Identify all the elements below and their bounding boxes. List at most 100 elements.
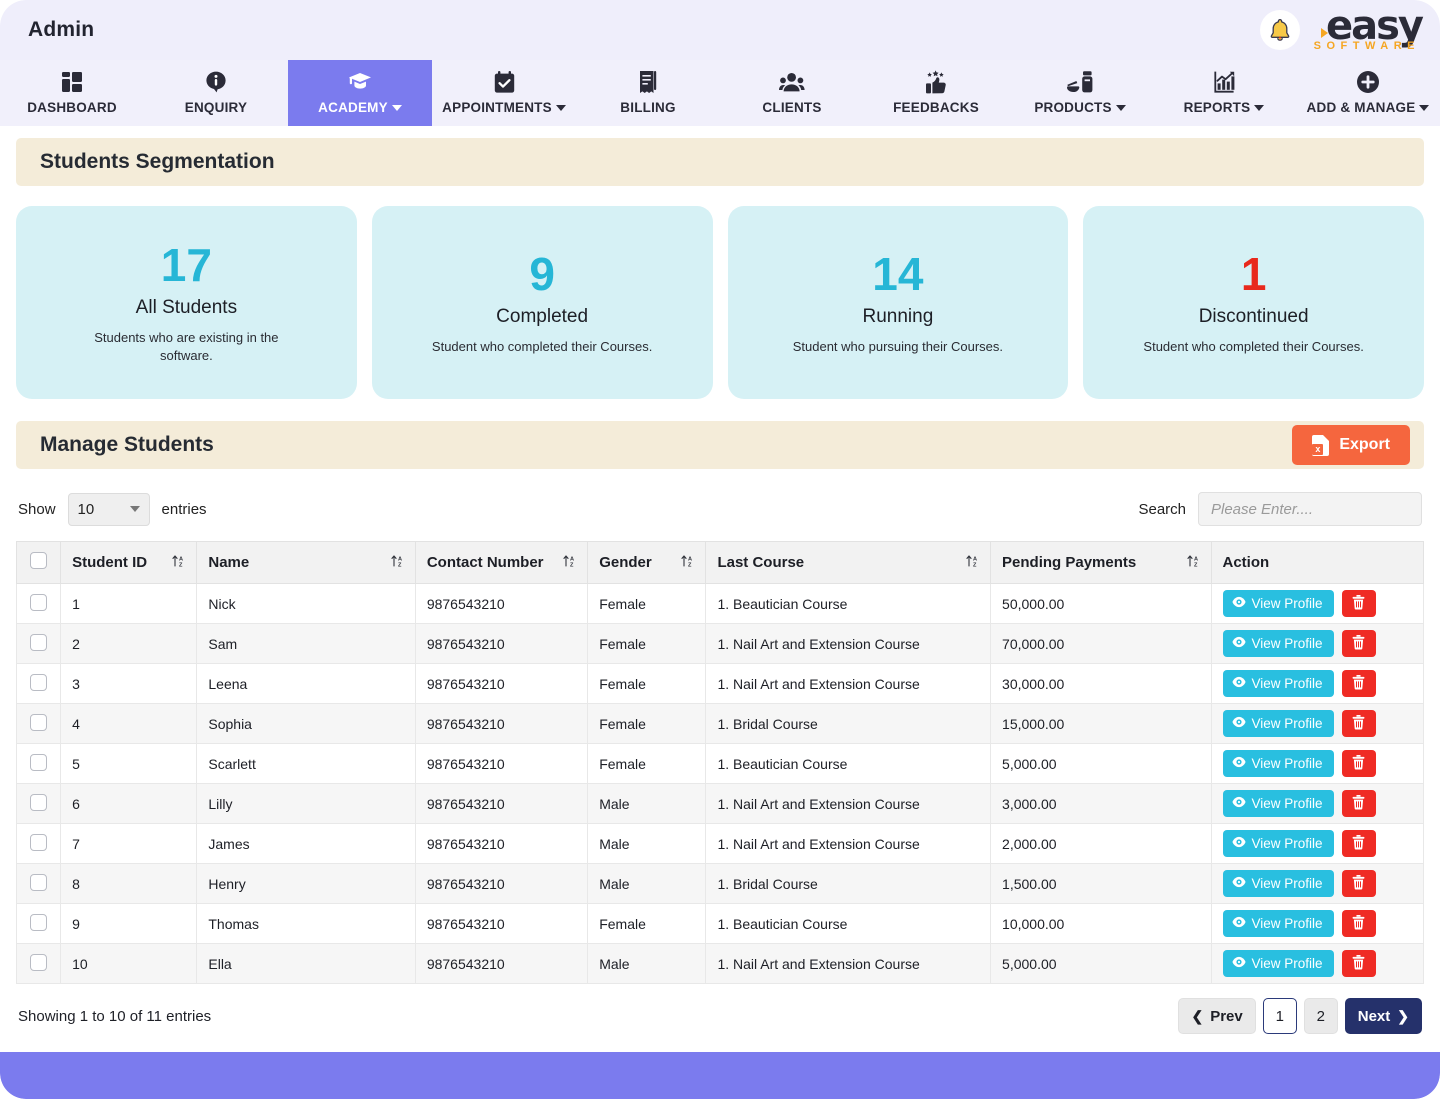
row-checkbox[interactable] bbox=[30, 674, 47, 691]
row-select-cell[interactable] bbox=[17, 864, 61, 904]
row-select-cell[interactable] bbox=[17, 824, 61, 864]
nav-label-billing: BILLING bbox=[620, 100, 675, 115]
cell-pending-payments: 5,000.00 bbox=[991, 744, 1211, 784]
table-row: 2Sam9876543210Female1. Nail Art and Exte… bbox=[17, 624, 1424, 664]
trash-icon bbox=[1352, 675, 1365, 693]
view-profile-button[interactable]: View Profile bbox=[1223, 630, 1334, 657]
nav-item-add-and-manage[interactable]: ADD & MANAGE bbox=[1296, 60, 1440, 126]
cell-student-id: 6 bbox=[61, 784, 197, 824]
view-profile-button[interactable]: View Profile bbox=[1223, 670, 1334, 697]
row-checkbox[interactable] bbox=[30, 874, 47, 891]
nav-item-products[interactable]: PRODUCTS bbox=[1008, 60, 1152, 126]
row-select-cell[interactable] bbox=[17, 624, 61, 664]
pagination-page-1[interactable]: 1 bbox=[1263, 998, 1297, 1034]
row-select-cell[interactable] bbox=[17, 944, 61, 984]
view-profile-label: View Profile bbox=[1252, 676, 1323, 691]
th-label: Name bbox=[208, 554, 249, 571]
stat-description: Students who are existing in the softwar… bbox=[69, 329, 304, 364]
nav-item-clients[interactable]: CLIENTS bbox=[720, 60, 864, 126]
row-select-cell[interactable] bbox=[17, 664, 61, 704]
row-checkbox[interactable] bbox=[30, 714, 47, 731]
row-checkbox[interactable] bbox=[30, 914, 47, 931]
delete-row-button[interactable] bbox=[1342, 630, 1376, 657]
row-select-cell[interactable] bbox=[17, 904, 61, 944]
stat-card-discontinued[interactable]: 1 Discontinued Student who completed the… bbox=[1083, 206, 1424, 399]
search-input[interactable] bbox=[1198, 492, 1422, 526]
cell-last-course: 1. Beautician Course bbox=[706, 904, 991, 944]
row-checkbox[interactable] bbox=[30, 754, 47, 771]
view-profile-label: View Profile bbox=[1252, 956, 1323, 971]
cell-gender: Female bbox=[588, 704, 706, 744]
export-button[interactable]: Export bbox=[1292, 425, 1410, 465]
row-checkbox[interactable] bbox=[30, 634, 47, 651]
view-profile-button[interactable]: View Profile bbox=[1223, 950, 1334, 977]
cell-contact-number: 9876543210 bbox=[415, 584, 587, 624]
nav-item-academy[interactable]: ACADEMY bbox=[288, 60, 432, 126]
nav-item-reports[interactable]: REPORTS bbox=[1152, 60, 1296, 126]
stat-card-running[interactable]: 14 Running Student who pursuing their Co… bbox=[728, 206, 1069, 399]
trash-icon bbox=[1352, 875, 1365, 893]
row-checkbox[interactable] bbox=[30, 594, 47, 611]
view-profile-button[interactable]: View Profile bbox=[1223, 870, 1334, 897]
cell-name: Scarlett bbox=[197, 744, 415, 784]
row-select-cell[interactable] bbox=[17, 744, 61, 784]
view-profile-button[interactable]: View Profile bbox=[1223, 710, 1334, 737]
view-profile-button[interactable]: View Profile bbox=[1223, 830, 1334, 857]
chevron-down-icon bbox=[1254, 105, 1264, 111]
dashboard-grid-icon bbox=[60, 69, 84, 95]
stat-card-completed[interactable]: 9 Completed Student who completed their … bbox=[372, 206, 713, 399]
pagination-next-button[interactable]: Next ❯ bbox=[1345, 998, 1422, 1034]
delete-row-button[interactable] bbox=[1342, 910, 1376, 937]
notification-bell-button[interactable] bbox=[1260, 10, 1300, 50]
entries-per-page-select[interactable]: 10 bbox=[68, 493, 150, 526]
showing-entries-text: Showing 1 to 10 of 11 entries bbox=[18, 1008, 211, 1025]
row-checkbox[interactable] bbox=[30, 954, 47, 971]
th-contact-number[interactable]: Contact Number AZ bbox=[415, 542, 587, 584]
delete-row-button[interactable] bbox=[1342, 750, 1376, 777]
delete-row-button[interactable] bbox=[1342, 710, 1376, 737]
delete-row-button[interactable] bbox=[1342, 790, 1376, 817]
view-profile-label: View Profile bbox=[1252, 636, 1323, 651]
stat-description: Student who completed their Courses. bbox=[432, 338, 652, 356]
th-pending-payments[interactable]: Pending Payments AZ bbox=[991, 542, 1211, 584]
th-select-all[interactable] bbox=[17, 542, 61, 584]
delete-row-button[interactable] bbox=[1342, 590, 1376, 617]
row-select-cell[interactable] bbox=[17, 584, 61, 624]
cell-last-course: 1. Beautician Course bbox=[706, 744, 991, 784]
row-select-cell[interactable] bbox=[17, 704, 61, 744]
pagination-prev-button[interactable]: ❮ Prev bbox=[1178, 998, 1255, 1034]
view-profile-button[interactable]: View Profile bbox=[1223, 750, 1334, 777]
stat-card-all-students[interactable]: 17 All Students Students who are existin… bbox=[16, 206, 357, 399]
nav-item-appointments[interactable]: APPOINTMENTS bbox=[432, 60, 576, 126]
th-gender[interactable]: Gender AZ bbox=[588, 542, 706, 584]
search-group: Search bbox=[1138, 492, 1422, 526]
delete-row-button[interactable] bbox=[1342, 670, 1376, 697]
chevron-down-icon bbox=[1419, 105, 1429, 111]
nav-item-feedbacks[interactable]: FEEDBACKS bbox=[864, 60, 1008, 126]
nav-item-billing[interactable]: BILLING bbox=[576, 60, 720, 126]
table-row: 9Thomas9876543210Female1. Beautician Cou… bbox=[17, 904, 1424, 944]
pagination-page-2[interactable]: 2 bbox=[1304, 998, 1338, 1034]
delete-row-button[interactable] bbox=[1342, 870, 1376, 897]
view-profile-button[interactable]: View Profile bbox=[1223, 590, 1334, 617]
cell-action: View Profile bbox=[1211, 664, 1424, 704]
svg-text:Z: Z bbox=[570, 562, 574, 567]
sort-icon: AZ bbox=[1179, 554, 1200, 572]
table-row: 7James9876543210Male1. Nail Art and Exte… bbox=[17, 824, 1424, 864]
th-student-id[interactable]: Student ID AZ bbox=[61, 542, 197, 584]
delete-row-button[interactable] bbox=[1342, 950, 1376, 977]
view-profile-button[interactable]: View Profile bbox=[1223, 910, 1334, 937]
topbar-right-group: easy SOFTWARE bbox=[1260, 8, 1422, 52]
row-select-cell[interactable] bbox=[17, 784, 61, 824]
th-name[interactable]: Name AZ bbox=[197, 542, 415, 584]
nav-item-enquiry[interactable]: ENQUIRY bbox=[144, 60, 288, 126]
nav-item-dashboard[interactable]: DASHBOARD bbox=[0, 60, 144, 126]
view-profile-button[interactable]: View Profile bbox=[1223, 790, 1334, 817]
row-checkbox[interactable] bbox=[30, 794, 47, 811]
pagination: ❮ Prev 1 2 Next ❯ bbox=[1178, 998, 1422, 1034]
th-last-course[interactable]: Last Course AZ bbox=[706, 542, 991, 584]
delete-row-button[interactable] bbox=[1342, 830, 1376, 857]
select-all-checkbox[interactable] bbox=[30, 552, 47, 569]
row-checkbox[interactable] bbox=[30, 834, 47, 851]
cell-student-id: 4 bbox=[61, 704, 197, 744]
